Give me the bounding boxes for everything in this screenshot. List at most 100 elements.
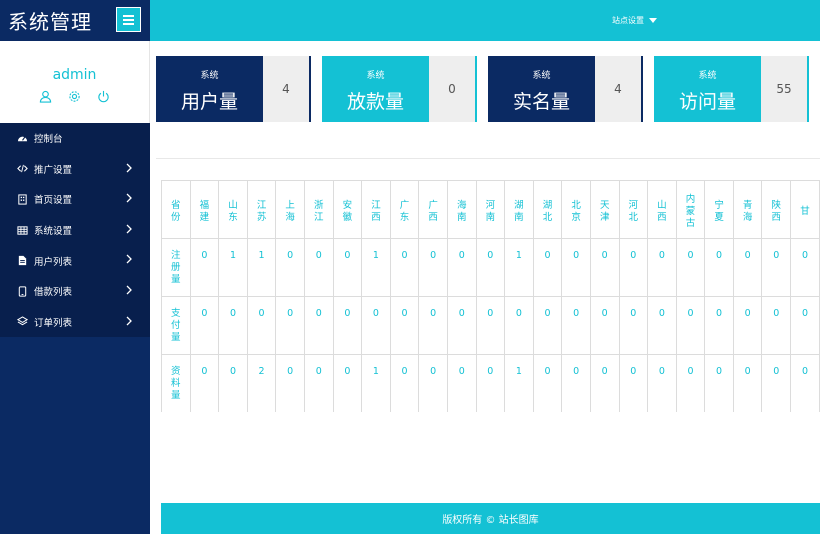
sidebar-item-label: 系统设置 <box>34 226 73 238</box>
province-name: 江苏 <box>256 199 267 223</box>
user-icon[interactable] <box>39 88 52 103</box>
sidebar-item-label: 控制台 <box>34 134 63 146</box>
chevron-right-icon <box>125 285 135 295</box>
table-row: 注册量 0 1 1 0 0 0 1 0 0 0 0 1 0 0 0 0 0 0 0 0 0 0 <box>161 238 820 297</box>
province-header-cell: 海南 <box>446 180 477 239</box>
profile-username: admin <box>52 67 97 83</box>
table-cell: 0 <box>332 238 363 297</box>
sidebar: 系统管理 admin 控制台 推广设置 首页设置 系统设置 用户列表 借款列表 … <box>0 0 150 534</box>
table-cell: 0 <box>790 238 820 297</box>
table-cell: 0 <box>275 296 305 355</box>
sidebar-item-label: 推广设置 <box>34 164 73 176</box>
stat-card-loans: 系统 放款量 0 <box>322 56 477 122</box>
table-cell: 0 <box>761 296 792 355</box>
stat-card-value: 55 <box>761 56 807 122</box>
table-cell: 0 <box>561 354 591 412</box>
province-name: 天津 <box>599 199 610 223</box>
sidebar-item-dashboard[interactable]: 控制台 <box>0 123 150 154</box>
province-header-cell: 上海 <box>275 180 305 239</box>
table-cell: 0 <box>475 296 506 355</box>
profile-panel: admin <box>0 41 150 123</box>
menu-toggle-button[interactable] <box>116 7 141 32</box>
sidebar-item-promotion-settings[interactable]: 推广设置 <box>0 154 150 185</box>
row-label-cell: 支付量 <box>161 296 191 355</box>
stat-card-title: 实名量 <box>512 91 570 113</box>
province-header-cell: 江苏 <box>246 180 277 239</box>
table-cell: 0 <box>732 296 763 355</box>
province-header-cell: 陕西 <box>761 180 792 239</box>
table-cell: 0 <box>675 296 706 355</box>
province-name: 山西 <box>657 199 667 223</box>
table-cell: 0 <box>218 296 248 355</box>
table-row: 支付量 0 0 0 0 0 0 0 0 0 0 0 0 0 0 0 0 0 0 0 0 0 0 <box>161 296 820 355</box>
stat-card-value: 4 <box>263 56 309 122</box>
province-header-label: 省份 <box>171 199 181 223</box>
file-icon <box>16 255 28 267</box>
sidebar-item-loan-list[interactable]: 借款列表 <box>0 276 150 307</box>
table-cell: 0 <box>561 296 591 355</box>
stat-card-value: 0 <box>429 56 475 122</box>
gear-icon[interactable] <box>68 88 81 102</box>
province-name: 甘 <box>800 205 810 217</box>
table-cell: 0 <box>475 354 506 412</box>
table-cell: 0 <box>704 238 734 297</box>
row-label: 支付量 <box>171 308 181 343</box>
table-cell: 0 <box>589 238 620 297</box>
layers-icon <box>16 316 28 328</box>
table-cell: 0 <box>218 354 248 412</box>
table-cell: 0 <box>675 354 706 412</box>
stat-card-title: 用户量 <box>180 91 238 113</box>
table-icon <box>16 224 28 236</box>
province-name: 上海 <box>285 199 295 223</box>
table-cell: 0 <box>532 238 563 297</box>
province-name: 浙江 <box>314 199 324 223</box>
table-cell: 0 <box>275 354 305 412</box>
province-header-cell: 山西 <box>647 180 677 239</box>
table-cell: 0 <box>704 354 734 412</box>
province-name: 河南 <box>485 199 496 223</box>
sidebar-item-label: 订单列表 <box>34 317 73 329</box>
province-name: 海南 <box>456 199 467 223</box>
sidebar-item-system-settings[interactable]: 系统设置 <box>0 215 150 246</box>
province-name: 内蒙古 <box>685 193 696 229</box>
province-name: 安徽 <box>342 199 353 223</box>
table-cell: 0 <box>790 354 820 412</box>
table-cell: 0 <box>475 238 506 297</box>
power-icon[interactable] <box>97 88 110 103</box>
province-stats-table: 省份 福建 山东 江苏 上海 浙江 安徽 江西 广东 广西 海南 河南 湖南 湖北 北京 天津 河北 山西 内蒙古 宁… <box>161 180 820 412</box>
table-cell: 0 <box>418 238 448 297</box>
sidebar-item-label: 借款列表 <box>34 287 73 299</box>
copyright-text: 版权所有 © 站长图库 <box>442 515 539 526</box>
caret-down-icon <box>649 18 657 23</box>
table-cell: 0 <box>790 296 820 355</box>
province-name: 湖北 <box>542 199 553 223</box>
sidebar-item-homepage-settings[interactable]: 首页设置 <box>0 184 150 215</box>
table-header-row: 省份 福建 山东 江苏 上海 浙江 安徽 江西 广东 广西 海南 河南 湖南 湖北 北京 天津 河北 山西 内蒙古 宁… <box>161 180 820 239</box>
sidebar-item-user-list[interactable]: 用户列表 <box>0 245 150 276</box>
table-cell: 0 <box>647 296 677 355</box>
sidebar-item-label: 首页设置 <box>34 195 73 207</box>
table-cell: 0 <box>361 296 391 355</box>
province-header-cell: 内蒙古 <box>675 180 706 239</box>
province-header-cell: 青海 <box>732 180 763 239</box>
province-header-cell: 广西 <box>418 180 448 239</box>
province-name: 河北 <box>628 199 639 223</box>
sidebar-item-label: 用户列表 <box>34 256 73 268</box>
sidebar-item-order-list[interactable]: 订单列表 <box>0 307 150 338</box>
table-cell: 0 <box>189 296 220 355</box>
province-name: 福建 <box>199 199 210 223</box>
table-cell: 1 <box>361 238 391 297</box>
table-cell: 0 <box>332 354 363 412</box>
stat-card-verified: 系统 实名量 4 <box>488 56 643 122</box>
dashboard-icon <box>16 132 28 144</box>
table-row: 资料量 0 0 2 0 0 0 1 0 0 0 0 1 0 0 0 0 0 0 0 0 0 0 <box>161 354 820 412</box>
table-cell: 0 <box>332 296 363 355</box>
province-name: 陕西 <box>771 199 782 223</box>
table-cell: 0 <box>532 296 563 355</box>
site-settings-dropdown[interactable]: 站点设置 <box>612 15 657 26</box>
table-cell: 0 <box>303 296 334 355</box>
chevron-right-icon <box>125 193 135 203</box>
table-cell: 0 <box>303 238 334 297</box>
province-name: 江西 <box>371 199 381 223</box>
table-cell: 0 <box>647 238 677 297</box>
